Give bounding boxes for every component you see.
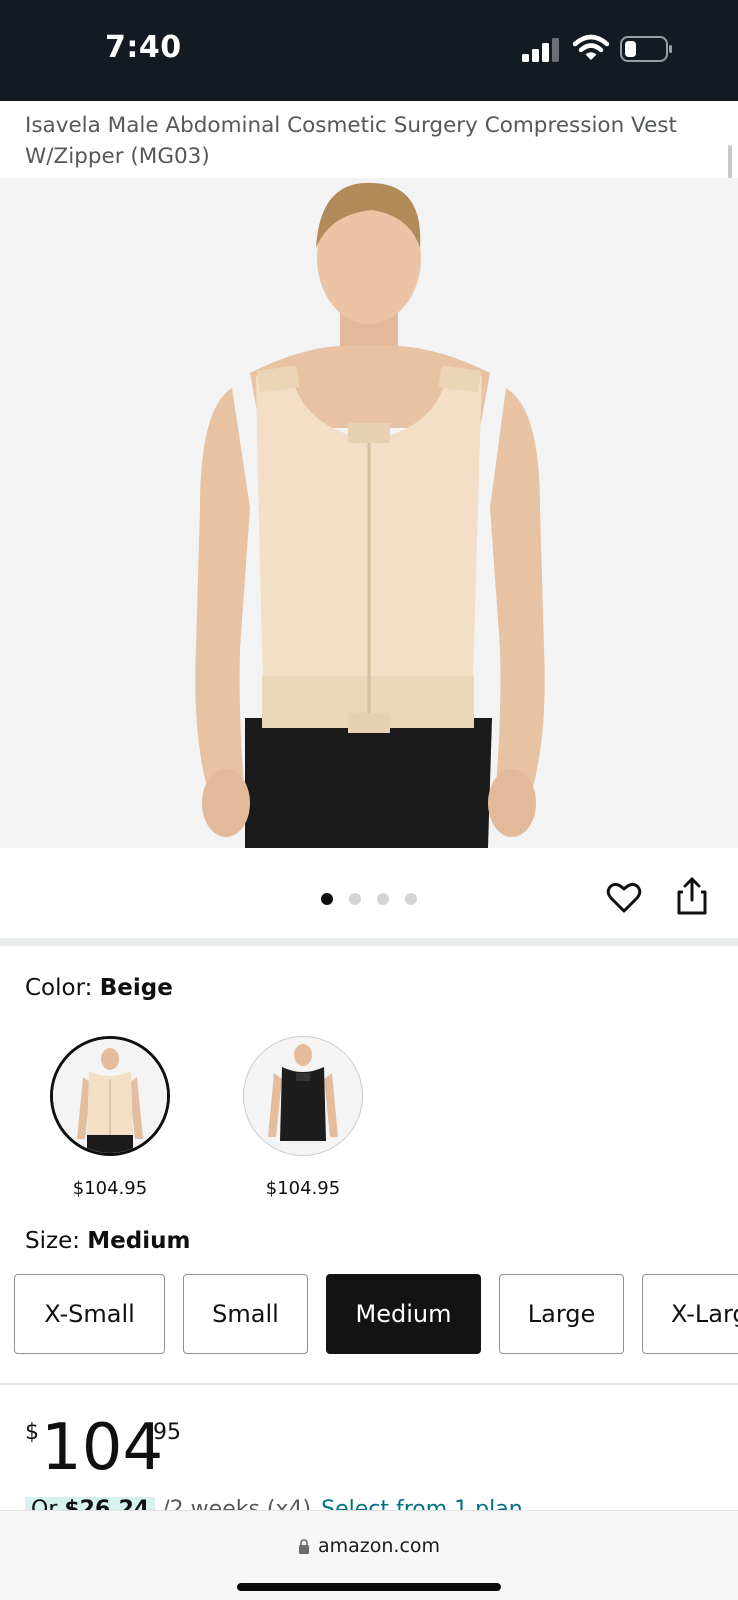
status-time: 7:40 — [105, 30, 182, 65]
size-option-x-small[interactable]: X-Small — [14, 1274, 165, 1354]
color-label: Color: Beige — [25, 975, 173, 1001]
heart-icon[interactable] — [606, 880, 642, 916]
size-option-medium[interactable]: Medium — [326, 1274, 481, 1354]
color-price-beige: $104.95 — [72, 1178, 148, 1199]
price-symbol: $ — [25, 1420, 39, 1445]
battery-icon — [620, 36, 672, 62]
carousel-dot-3[interactable] — [377, 893, 389, 905]
wifi-icon — [573, 34, 609, 60]
image-carousel-controls — [0, 848, 738, 938]
beige-vest-thumbnail — [53, 1039, 167, 1153]
section-divider — [0, 938, 738, 946]
black-vest-thumbnail — [244, 1037, 362, 1155]
lock-icon — [298, 1539, 309, 1554]
browser-address-bar: amazon.com — [0, 1510, 738, 1600]
product-image[interactable] — [0, 178, 738, 848]
color-swatch-beige[interactable] — [50, 1036, 170, 1156]
color-label-text: Color: — [25, 975, 100, 1001]
url-field[interactable]: amazon.com — [0, 1535, 738, 1557]
size-label: Size: Medium — [25, 1228, 190, 1254]
price-fraction: 95 — [153, 1420, 181, 1445]
section-divider-thin — [0, 1383, 738, 1385]
product-title[interactable]: Isavela Male Abdominal Cosmetic Surgery … — [25, 110, 715, 172]
size-option-x-large[interactable]: X-Large — [642, 1274, 738, 1354]
share-icon[interactable] — [676, 876, 708, 916]
url-text: amazon.com — [317, 1535, 441, 1557]
size-selected-value: Medium — [87, 1228, 191, 1254]
color-swatch-black[interactable] — [243, 1036, 363, 1156]
size-label-text: Size: — [25, 1228, 88, 1254]
home-indicator[interactable] — [237, 1583, 501, 1591]
carousel-dot-1[interactable] — [321, 893, 333, 905]
size-option-small[interactable]: Small — [183, 1274, 308, 1354]
price-whole: 104 — [41, 1411, 164, 1485]
status-bar: 7:40 — [0, 0, 738, 101]
product-photo-model-beige-vest — [0, 178, 738, 848]
color-selected-value: Beige — [99, 975, 173, 1001]
carousel-dot-2[interactable] — [349, 893, 361, 905]
signal-icon — [522, 38, 559, 62]
carousel-dot-4[interactable] — [405, 893, 417, 905]
size-option-large[interactable]: Large — [499, 1274, 624, 1354]
color-price-black: $104.95 — [265, 1178, 341, 1199]
